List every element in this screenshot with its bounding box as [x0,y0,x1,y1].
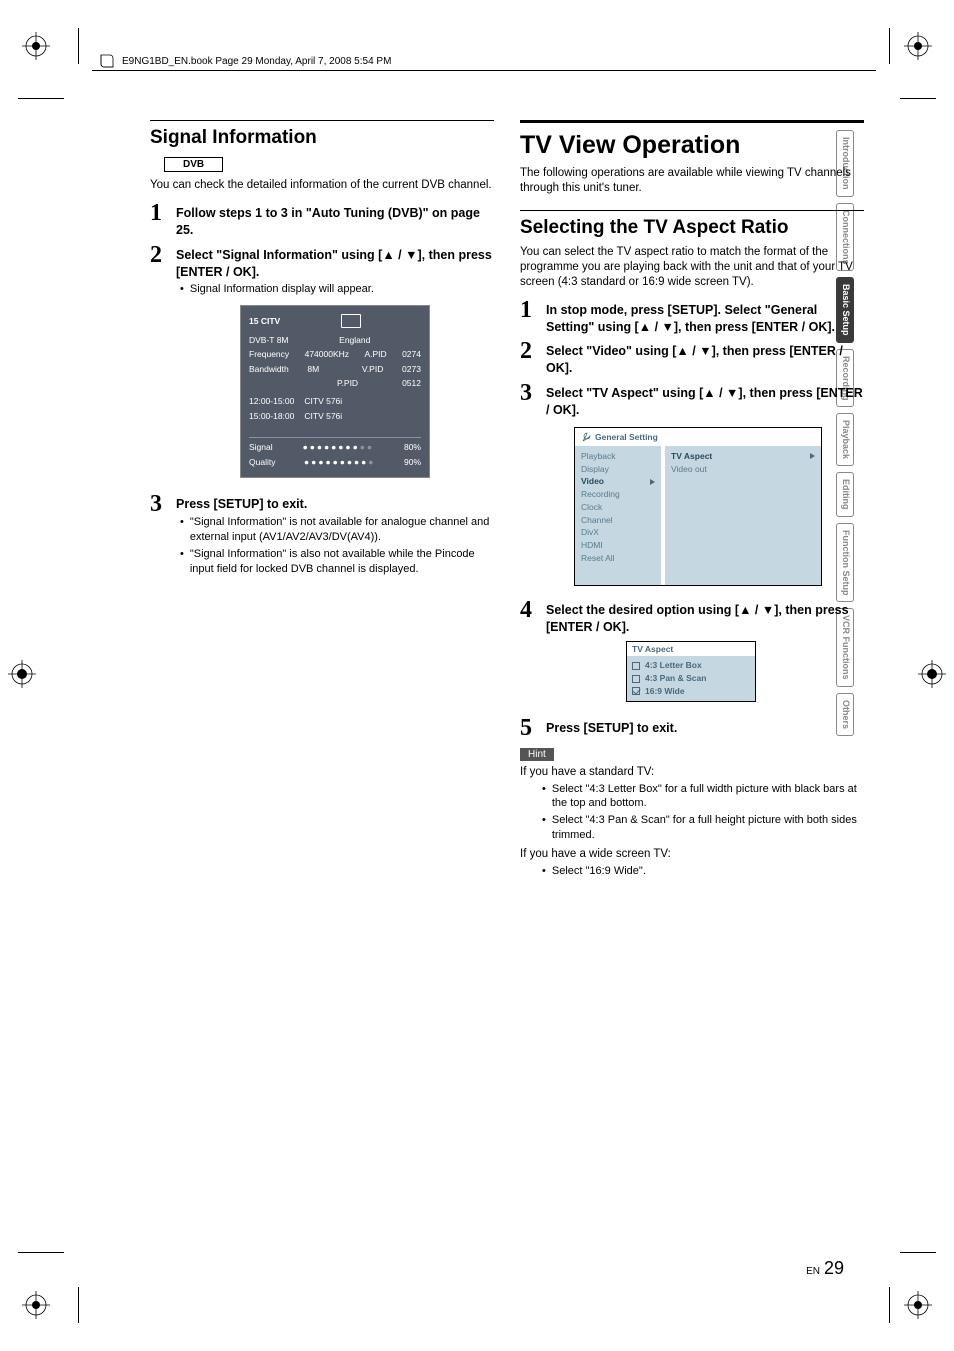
step-number: 2 [520,339,538,377]
step-number: 3 [520,381,538,594]
hint-heading: If you have a wide screen TV: [520,847,864,862]
crop-mark-icon [904,32,932,60]
page-number: EN29 [806,1258,844,1279]
crop-mark-icon [904,1291,932,1319]
menu-item: Video out [671,463,815,476]
step-number: 2 [150,243,168,489]
step-title: Select "TV Aspect" using [▲ / ▼], then p… [546,385,864,419]
bullet: Select "4:3 Pan & Scan" for a full heigh… [542,813,864,843]
crop-mark-icon [8,660,36,688]
signal-info-panel: 15 CITV DVB-T 8MEngland Frequency 474000… [240,305,430,478]
hint-heading: If you have a standard TV: [520,765,864,780]
tv-aspect-panel: TV Aspect 4:3 Letter Box4:3 Pan & Scan16… [626,641,756,701]
step-title: Select "Signal Information" using [▲ / ▼… [176,247,494,281]
step-number: 1 [150,201,168,239]
step-title: Press [SETUP] to exit. [176,496,494,513]
bullet: Select "4:3 Letter Box" for a full width… [542,782,864,812]
page-header-info: E9NG1BD_EN.book Page 29 Monday, April 7,… [100,54,391,68]
step-number: 5 [520,716,538,740]
step-title: Press [SETUP] to exit. [546,720,864,737]
main-title: TV View Operation [520,131,864,160]
bullet: "Signal Information" is not available fo… [180,515,494,545]
step-title: Select "Video" using [▲ / ▼], then press… [546,343,864,377]
aspect-option: 16:9 Wide [632,685,750,698]
section-title-signal-info: Signal Information [150,127,494,149]
checkbox-icon [632,687,640,695]
crop-mark-icon [918,660,946,688]
intro-text: You can select the TV aspect ratio to ma… [520,245,864,290]
hint-badge: Hint [520,748,554,761]
menu-item: Clock [581,501,655,514]
step-title: In stop mode, press [SETUP]. Select "Gen… [546,302,864,336]
section-title-aspect: Selecting the TV Aspect Ratio [520,217,864,239]
menu-item: Recording [581,488,655,501]
aspect-option: 4:3 Letter Box [632,659,750,672]
checkbox-icon [632,675,640,683]
menu-item: Playback [581,450,655,463]
aspect-option: 4:3 Pan & Scan [632,672,750,685]
step-number: 1 [520,298,538,336]
intro-text: The following operations are available w… [520,166,864,196]
step-number: 3 [150,492,168,578]
right-column: TV View Operation The following operatio… [520,120,864,881]
menu-item: Display [581,463,655,476]
intro-text: You can check the detailed information o… [150,178,494,193]
bullet: Select "16:9 Wide". [542,864,864,879]
step-number: 4 [520,598,538,712]
step-title: Select the desired option using [▲ / ▼],… [546,602,864,636]
bullet: "Signal Information" is also not availab… [180,547,494,577]
crop-mark-icon [22,32,50,60]
checkbox-icon [632,662,640,670]
step-title: Follow steps 1 to 3 in "Auto Tuning (DVB… [176,205,494,239]
left-column: Signal Information DVB You can check the… [150,120,494,881]
menu-item: Video [581,475,655,488]
menu-item: DivX [581,526,655,539]
bullet: Signal Information display will appear. [180,282,494,297]
menu-item: Reset All [581,552,655,565]
wrench-icon [581,432,591,442]
dvb-badge: DVB [164,157,223,172]
crop-mark-icon [22,1291,50,1319]
menu-item: HDMI [581,539,655,552]
book-icon [100,54,114,68]
tv-icon [341,314,361,328]
general-setting-panel: General Setting PlaybackDisplayVideoReco… [574,427,822,586]
menu-item: TV Aspect [671,450,815,463]
menu-item: Channel [581,514,655,527]
header-rule [92,70,876,71]
